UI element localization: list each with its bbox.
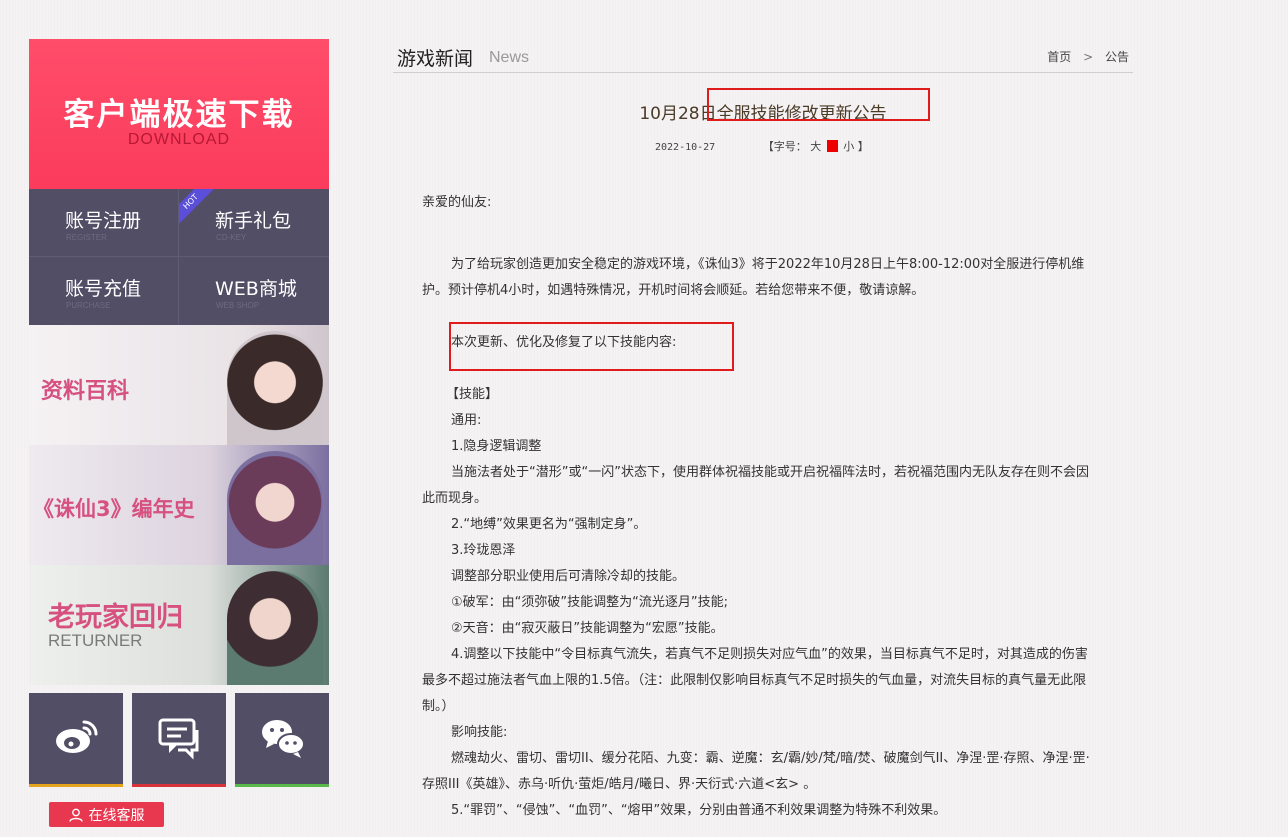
article-body: 亲爱的仙友: 为了给玩家创造更加安全稳定的游戏环境，《诛仙3》将于2022年10…: [422, 190, 1094, 824]
weibo-button[interactable]: [29, 693, 123, 787]
chronicle-banner[interactable]: 《诛仙3》编年史: [29, 445, 329, 565]
highlight-box-update: [449, 322, 734, 371]
online-service-button[interactable]: 在线客服: [49, 802, 164, 827]
newbie-gift-label: 新手礼包: [215, 210, 292, 232]
character-portrait-3: [227, 571, 323, 685]
download-client-banner[interactable]: 客户端极速下载 DOWNLOAD: [29, 39, 329, 189]
returner-banner-sub: RETURNER: [48, 631, 143, 650]
intro-paragraph: 为了给玩家创造更加安全稳定的游戏环境，《诛仙3》将于2022年10月28日上午8…: [422, 257, 1085, 298]
body-line: 5.“罪罚”、“侵蚀”、“血罚”、“熔甲”效果，分别由普通不利效果调整为特殊不利…: [451, 803, 947, 818]
body-line: ①破军：由“须弥破”技能调整为“流光逐月”技能;: [451, 595, 728, 610]
section-skill: 【技能】: [446, 387, 499, 402]
chronicle-banner-label: 《诛仙3》编年史: [33, 497, 195, 521]
web-shop-link[interactable]: WEB商城 WEB SHOP: [179, 257, 329, 325]
wechat-button[interactable]: [235, 693, 329, 787]
message-icon: [158, 718, 199, 760]
register-sub: REGISTER: [66, 233, 107, 242]
section-header: 游戏新闻 News 首页 > 公告: [393, 40, 1133, 73]
register-label: 账号注册: [65, 210, 142, 232]
sidebar: 客户端极速下载 DOWNLOAD 账号注册 REGISTER HOT 新手礼包 …: [29, 39, 329, 827]
body-line: 1.隐身逻辑调整: [451, 439, 542, 454]
newbie-gift-sub: CD-KEY: [216, 233, 247, 242]
returner-banner[interactable]: 老玩家回归 RETURNER: [29, 565, 329, 685]
newbie-gift-link[interactable]: HOT 新手礼包 CD-KEY: [179, 189, 329, 257]
quick-links-grid: 账号注册 REGISTER HOT 新手礼包 CD-KEY 账号充值 PURCH…: [29, 189, 329, 325]
font-size-label: 【字号：: [762, 140, 807, 153]
body-line: 燃魂劫火、雷切、雷切II、缓分花陌、九变：霸、逆魔：玄/霸/妙/梵/暗/焚、破魔…: [422, 751, 1090, 792]
recharge-sub: PURCHASE: [66, 301, 111, 310]
user-icon: [68, 808, 83, 822]
web-shop-label: WEB商城: [215, 278, 297, 300]
breadcrumb: 首页 > 公告: [1043, 48, 1133, 65]
web-shop-sub: WEB SHOP: [216, 301, 260, 310]
register-link[interactable]: 账号注册 REGISTER: [29, 189, 179, 257]
body-line: ②天音：由“寂灭蔽日”技能调整为“宏愿”技能。: [451, 621, 724, 636]
weibo-icon: [56, 720, 98, 753]
body-line: 2.“地缚”效果更名为“强制定身”。: [451, 517, 647, 532]
message-button[interactable]: [132, 693, 226, 787]
wiki-banner[interactable]: 资料百科: [29, 325, 329, 445]
body-line: 通用:: [451, 413, 482, 428]
body-line: 3.玲珑恩泽: [451, 543, 516, 558]
recharge-link[interactable]: 账号充值 PURCHASE: [29, 257, 179, 325]
character-portrait-2: [227, 451, 323, 565]
article-date: 2022-10-27: [655, 142, 716, 153]
returner-banner-label: 老玩家回归: [48, 602, 183, 633]
body-line: 影响技能:: [451, 725, 508, 740]
article-meta: 2022-10-27 【字号： 大 小 】: [655, 138, 869, 154]
section-title: 游戏新闻: [397, 48, 474, 70]
highlight-box-title: [707, 88, 930, 121]
font-size-medium[interactable]: [826, 140, 838, 152]
body-line: 当施法者处于“潜形”或“一闪”状态下，使用群体祝福技能或开启祝福阵法时，若祝福范…: [422, 465, 1089, 506]
body-line: 调整部分职业使用后可清除冷却的技能。: [451, 569, 686, 584]
wechat-icon: [262, 720, 305, 758]
breadcrumb-home[interactable]: 首页: [1047, 50, 1071, 64]
greeting: 亲爱的仙友:: [422, 195, 492, 210]
hot-badge: HOT: [179, 189, 215, 226]
wiki-banner-label: 资料百科: [41, 379, 130, 404]
social-links: [29, 693, 329, 787]
breadcrumb-current[interactable]: 公告: [1105, 50, 1129, 64]
download-title: 客户端极速下载: [63, 97, 295, 133]
font-size-big[interactable]: 大: [810, 140, 821, 153]
online-service-label: 在线客服: [88, 807, 145, 824]
article-panel: 游戏新闻 News 首页 > 公告 10月28日全服技能修改更新公告 2022-…: [393, 40, 1133, 818]
body-line: 4.调整以下技能中“令目标真气流失，若真气不足则损失对应气血”的效果，当目标真气…: [422, 647, 1088, 714]
recharge-label: 账号充值: [65, 278, 142, 300]
download-subtitle: DOWNLOAD: [127, 131, 231, 148]
character-portrait-1: [227, 331, 323, 445]
section-title-en: News: [489, 49, 530, 66]
font-size-small[interactable]: 小 】: [843, 140, 869, 153]
breadcrumb-separator: >: [1083, 50, 1094, 64]
